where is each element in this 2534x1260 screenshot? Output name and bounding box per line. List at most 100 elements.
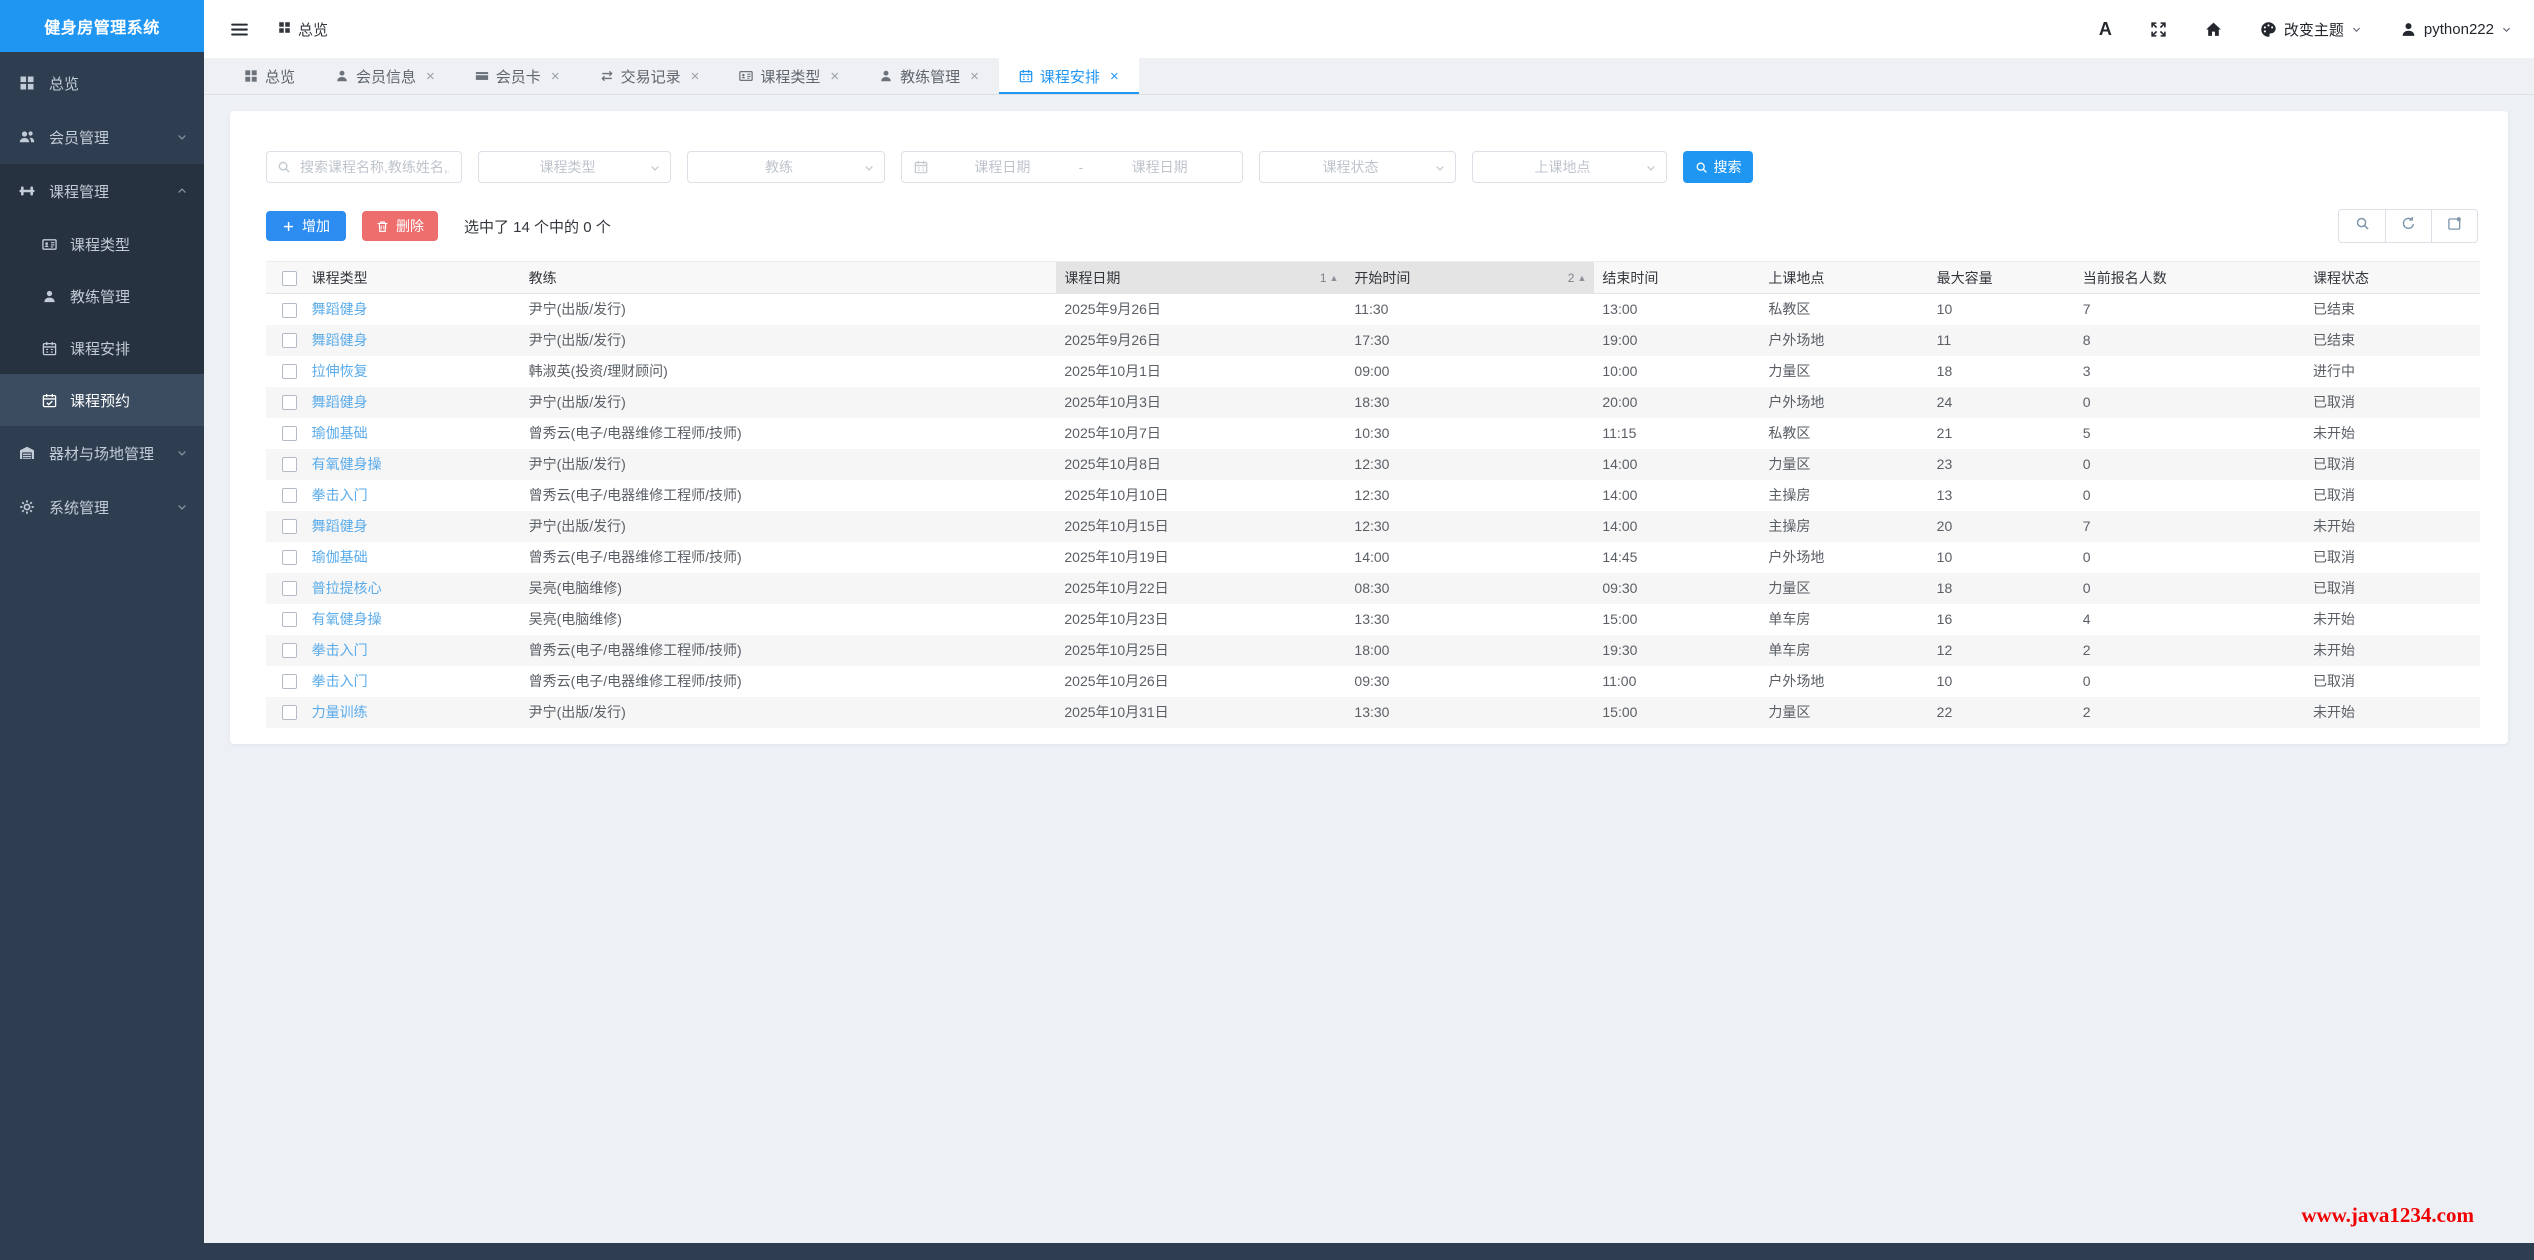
hamburger-menu-icon[interactable]	[230, 18, 252, 40]
course-type-link[interactable]: 普拉提核心	[312, 580, 382, 596]
table-row[interactable]: 有氧健身操吴亮(电脑维修)2025年10月23日13:3015:00单车房164…	[266, 604, 2480, 635]
select-all-checkbox[interactable]	[282, 271, 297, 286]
row-checkbox[interactable]	[282, 488, 297, 503]
location-select[interactable]: 上课地点	[1472, 151, 1667, 183]
tab-course-schedule[interactable]: 课程安排×	[999, 58, 1139, 94]
toggle-view-button[interactable]	[2431, 210, 2477, 242]
row-checkbox[interactable]	[282, 364, 297, 379]
table-row[interactable]: 普拉提核心吴亮(电脑维修)2025年10月22日08:3009:30力量区180…	[266, 573, 2480, 604]
tab-overview[interactable]: 总览	[224, 58, 315, 94]
row-checkbox[interactable]	[282, 581, 297, 596]
column-header-end-time[interactable]: 结束时间	[1594, 262, 1760, 294]
table-row[interactable]: 瑜伽基础曾秀云(电子/电器维修工程师/技师)2025年10月19日14:0014…	[266, 542, 2480, 573]
sidebar-item-course-schedule[interactable]: 课程安排	[0, 322, 204, 374]
table-cell: 12:30	[1346, 511, 1594, 542]
sidebar-item-course-management[interactable]: 课程管理	[0, 164, 204, 218]
row-checkbox[interactable]	[282, 457, 297, 472]
sidebar-item-coach-management[interactable]: 教练管理	[0, 270, 204, 322]
breadcrumb[interactable]: 总览	[278, 19, 328, 40]
close-icon[interactable]: ×	[970, 69, 979, 84]
coach-select-label: 教练	[700, 157, 858, 177]
row-checkbox[interactable]	[282, 519, 297, 534]
tab-course-type[interactable]: 课程类型×	[719, 58, 859, 94]
tab-coach-management[interactable]: 教练管理×	[859, 58, 999, 94]
table-row[interactable]: 舞蹈健身尹宁(出版/发行)2025年10月15日12:3014:00主操房207…	[266, 511, 2480, 542]
date-range-picker[interactable]: 课程日期 - 课程日期	[901, 151, 1243, 183]
user-dropdown[interactable]: python222	[2400, 21, 2512, 38]
course-type-link[interactable]: 舞蹈健身	[312, 518, 368, 534]
close-icon[interactable]: ×	[426, 69, 435, 84]
table-row[interactable]: 力量训练尹宁(出版/发行)2025年10月31日13:3015:00力量区222…	[266, 697, 2480, 728]
course-type-link[interactable]: 舞蹈健身	[312, 394, 368, 410]
course-type-link[interactable]: 舞蹈健身	[312, 301, 368, 317]
row-checkbox[interactable]	[282, 643, 297, 658]
footer-bar	[0, 1243, 2534, 1260]
row-checkbox[interactable]	[282, 705, 297, 720]
search-button[interactable]: 搜索	[1683, 151, 1753, 183]
fullscreen-button[interactable]	[2150, 21, 2167, 38]
course-type-link[interactable]: 拳击入门	[312, 673, 368, 689]
table-row[interactable]: 舞蹈健身尹宁(出版/发行)2025年9月26日17:3019:00户外场地118…	[266, 325, 2480, 356]
add-button[interactable]: 增加	[266, 211, 346, 241]
coach-select[interactable]: 教练	[687, 151, 885, 183]
close-icon[interactable]: ×	[830, 69, 839, 84]
chevron-down-icon	[176, 444, 188, 462]
course-status-select[interactable]: 课程状态	[1259, 151, 1456, 183]
course-type-select[interactable]: 课程类型	[478, 151, 671, 183]
table-row[interactable]: 拳击入门曾秀云(电子/电器维修工程师/技师)2025年10月25日18:0019…	[266, 635, 2480, 666]
row-checkbox[interactable]	[282, 426, 297, 441]
table-row[interactable]: 拳击入门曾秀云(电子/电器维修工程师/技师)2025年10月10日12:3014…	[266, 480, 2480, 511]
sidebar-item-member-management[interactable]: 会员管理	[0, 110, 204, 164]
column-header-current-enrollment[interactable]: 当前报名人数	[2075, 262, 2305, 294]
close-icon[interactable]: ×	[691, 69, 700, 84]
course-type-link[interactable]: 拉伸恢复	[312, 363, 368, 379]
course-type-link[interactable]: 拳击入门	[312, 487, 368, 503]
font-size-button[interactable]: A	[2099, 19, 2112, 40]
refresh-button[interactable]	[2385, 210, 2431, 242]
tab-transaction-records[interactable]: 交易记录×	[580, 58, 720, 94]
course-type-link[interactable]: 瑜伽基础	[312, 425, 368, 441]
course-type-link[interactable]: 有氧健身操	[312, 456, 382, 472]
column-header-start-time[interactable]: 开始时间2▲	[1346, 262, 1594, 294]
close-icon[interactable]: ×	[1110, 69, 1119, 84]
table-row[interactable]: 舞蹈健身尹宁(出版/发行)2025年9月26日11:3013:00私教区107已…	[266, 294, 2480, 325]
column-header-course-date[interactable]: 课程日期1▲	[1056, 262, 1346, 294]
tab-member-info[interactable]: 会员信息×	[315, 58, 455, 94]
delete-button[interactable]: 删除	[362, 211, 438, 241]
table-row[interactable]: 舞蹈健身尹宁(出版/发行)2025年10月3日18:3020:00户外场地240…	[266, 387, 2480, 418]
row-checkbox[interactable]	[282, 612, 297, 627]
column-header-course-type[interactable]: 课程类型	[304, 262, 521, 294]
column-header-location[interactable]: 上课地点	[1760, 262, 1928, 294]
row-checkbox[interactable]	[282, 674, 297, 689]
row-checkbox[interactable]	[282, 550, 297, 565]
column-header-max-capacity[interactable]: 最大容量	[1929, 262, 2075, 294]
toggle-search-button[interactable]	[2339, 210, 2385, 242]
sidebar-item-system-management[interactable]: 系统管理	[0, 480, 204, 534]
select-all-header[interactable]	[266, 262, 304, 294]
close-icon[interactable]: ×	[551, 69, 560, 84]
course-type-link[interactable]: 瑜伽基础	[312, 549, 368, 565]
sidebar-item-course-booking[interactable]: 课程预约	[0, 374, 204, 426]
table-cell: 0	[2075, 387, 2305, 418]
tab-member-card[interactable]: 会员卡×	[455, 58, 580, 94]
column-header-coach[interactable]: 教练	[521, 262, 1057, 294]
column-header-course-status[interactable]: 课程状态	[2305, 262, 2480, 294]
row-checkbox[interactable]	[282, 333, 297, 348]
course-type-link[interactable]: 舞蹈健身	[312, 332, 368, 348]
table-row[interactable]: 拉伸恢复韩淑英(投资/理财顾问)2025年10月1日09:0010:00力量区1…	[266, 356, 2480, 387]
home-button[interactable]	[2205, 21, 2222, 38]
table-row[interactable]: 拳击入门曾秀云(电子/电器维修工程师/技师)2025年10月26日09:3011…	[266, 666, 2480, 697]
row-checkbox[interactable]	[282, 303, 297, 318]
course-type-link[interactable]: 拳击入门	[312, 642, 368, 658]
table-row[interactable]: 瑜伽基础曾秀云(电子/电器维修工程师/技师)2025年10月7日10:3011:…	[266, 418, 2480, 449]
sidebar-item-course-type[interactable]: 课程类型	[0, 218, 204, 270]
search-input[interactable]	[298, 158, 451, 176]
row-checkbox[interactable]	[282, 395, 297, 410]
sidebar-item-overview[interactable]: 总览	[0, 56, 204, 110]
sidebar-item-label: 会员管理	[49, 127, 109, 148]
sidebar-item-equipment-venue-management[interactable]: 器材与场地管理	[0, 426, 204, 480]
table-row[interactable]: 有氧健身操尹宁(出版/发行)2025年10月8日12:3014:00力量区230…	[266, 449, 2480, 480]
course-type-link[interactable]: 有氧健身操	[312, 611, 382, 627]
course-type-link[interactable]: 力量训练	[312, 704, 368, 720]
theme-dropdown[interactable]: 改变主题	[2260, 19, 2362, 40]
